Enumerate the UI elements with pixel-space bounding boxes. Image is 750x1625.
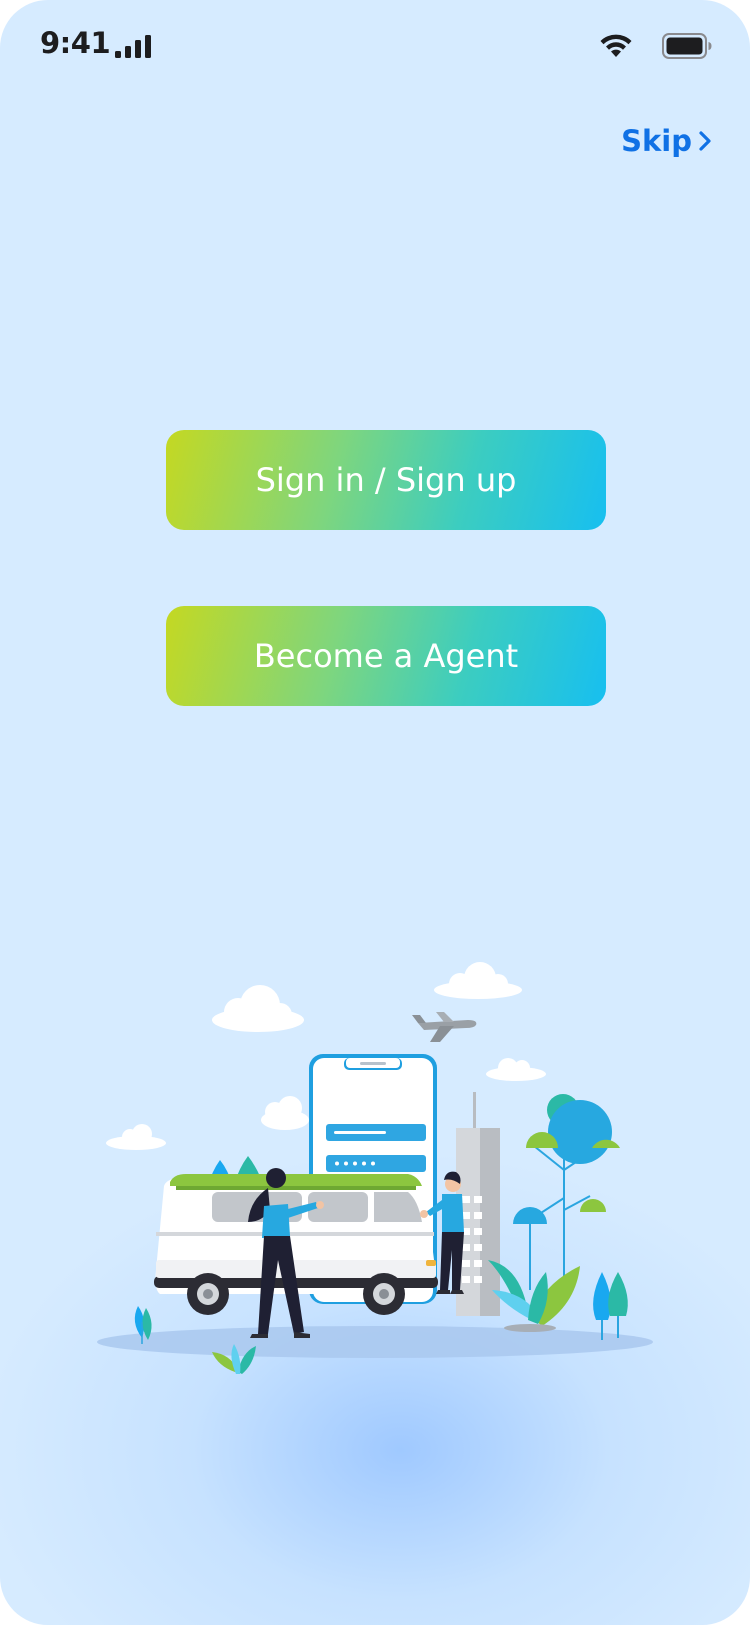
battery-icon — [662, 33, 712, 59]
sign-in-sign-up-button[interactable]: Sign in / Sign up — [166, 430, 606, 530]
cloud-icon — [486, 1058, 546, 1081]
cloud-icon — [434, 962, 522, 999]
become-agent-button[interactable]: Become a Agent — [166, 606, 606, 706]
plant-icon — [488, 1260, 580, 1332]
onboarding-illustration — [97, 962, 653, 1374]
sign-in-sign-up-label: Sign in / Sign up — [255, 461, 517, 499]
skip-button[interactable]: Skip — [621, 124, 712, 158]
status-bar: 9:41 — [0, 0, 750, 94]
cloud-icon — [106, 1124, 166, 1150]
cloud-icon — [261, 1096, 309, 1130]
chevron-right-icon — [699, 131, 711, 151]
skip-label: Skip — [621, 124, 692, 158]
airplane-icon — [412, 1012, 477, 1042]
building-icon — [456, 1092, 500, 1316]
cloud-icon — [212, 985, 304, 1032]
become-agent-label: Become a Agent — [253, 637, 519, 675]
wifi-icon — [600, 34, 632, 57]
status-time: 9:41 — [40, 26, 111, 60]
tree-icon — [513, 1094, 620, 1290]
onboarding-screen: 9:41 Skip Sign in / Sign up Become a Age… — [0, 0, 750, 1625]
tree-icon — [593, 1272, 628, 1340]
signal-icon — [115, 35, 151, 58]
